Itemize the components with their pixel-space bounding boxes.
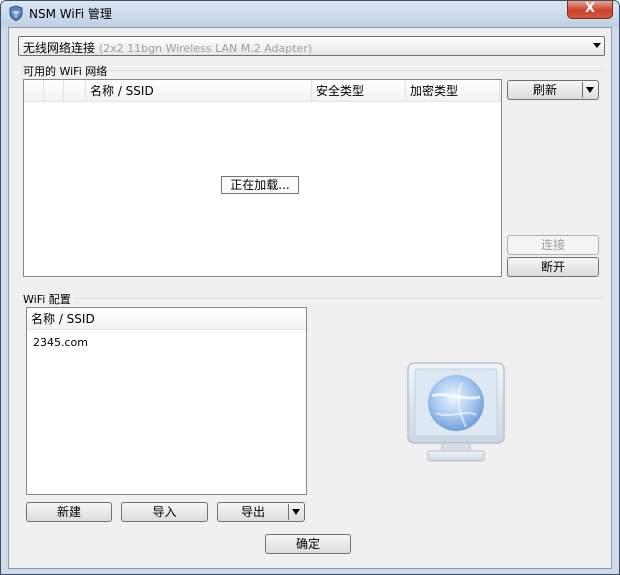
refresh-button-label: 刷新 [532, 83, 557, 97]
list-item[interactable]: 2345.com [33, 336, 88, 349]
new-profile-button[interactable]: 新建 [26, 502, 112, 522]
ok-button[interactable]: 确定 [265, 534, 351, 554]
export-button-label: 导出 [240, 505, 265, 519]
import-button[interactable]: 导入 [121, 502, 208, 522]
available-networks-list[interactable]: 名称 / SSID 安全类型 加密类型 正在加载... [23, 79, 502, 277]
split-separator [288, 504, 289, 520]
client-area: 无线网络连接 (2x2 11bgn Wireless LAN M.2 Adapt… [8, 27, 612, 569]
connect-button[interactable]: 连接 [507, 235, 599, 255]
window-title: NSM WiFi 管理 [29, 7, 112, 21]
column-header-ssid[interactable]: 名称 / SSID [27, 308, 306, 330]
group-divider [23, 298, 603, 299]
split-separator [582, 82, 583, 98]
globe-monitor-icon [407, 362, 505, 462]
close-icon: X [584, 1, 596, 16]
export-split-button[interactable]: 导出 [217, 502, 305, 522]
networks-list-header: 名称 / SSID 安全类型 加密类型 [24, 80, 501, 102]
wifi-shield-icon [9, 5, 23, 21]
column-header-security[interactable]: 安全类型 [312, 80, 406, 102]
chevron-down-icon [593, 43, 601, 48]
dropdown-arrow-icon[interactable] [586, 87, 594, 93]
adapter-select-detail: (2x2 11bgn Wireless LAN M.2 Adapter) [98, 42, 313, 55]
column-header-blank[interactable] [44, 80, 64, 102]
disconnect-button[interactable]: 断开 [507, 257, 599, 277]
close-button[interactable]: X [567, 1, 613, 19]
refresh-split-button[interactable]: 刷新 [507, 80, 599, 100]
profiles-list-header: 名称 / SSID [27, 308, 306, 330]
nsm-wifi-window: NSM WiFi 管理 X 无线网络连接 (2x2 11bgn Wireless… [0, 0, 620, 575]
title-bar[interactable]: NSM WiFi 管理 X [1, 1, 619, 27]
column-header-encryption[interactable]: 加密类型 [406, 80, 500, 102]
adapter-select-label: 无线网络连接 [23, 41, 96, 55]
dropdown-arrow-icon[interactable] [292, 509, 300, 515]
column-header-ssid[interactable]: 名称 / SSID [86, 80, 312, 102]
column-header-blank[interactable] [24, 80, 44, 102]
wifi-config-title: WiFi 配置 [23, 291, 74, 307]
adapter-select[interactable]: 无线网络连接 (2x2 11bgn Wireless LAN M.2 Adapt… [18, 36, 605, 56]
wifi-profiles-list[interactable]: 名称 / SSID 2345.com [26, 307, 307, 495]
available-networks-title: 可用的 WiFi 网络 [23, 63, 111, 79]
column-header-blank[interactable] [64, 80, 86, 102]
loading-indicator: 正在加载... [221, 176, 299, 194]
